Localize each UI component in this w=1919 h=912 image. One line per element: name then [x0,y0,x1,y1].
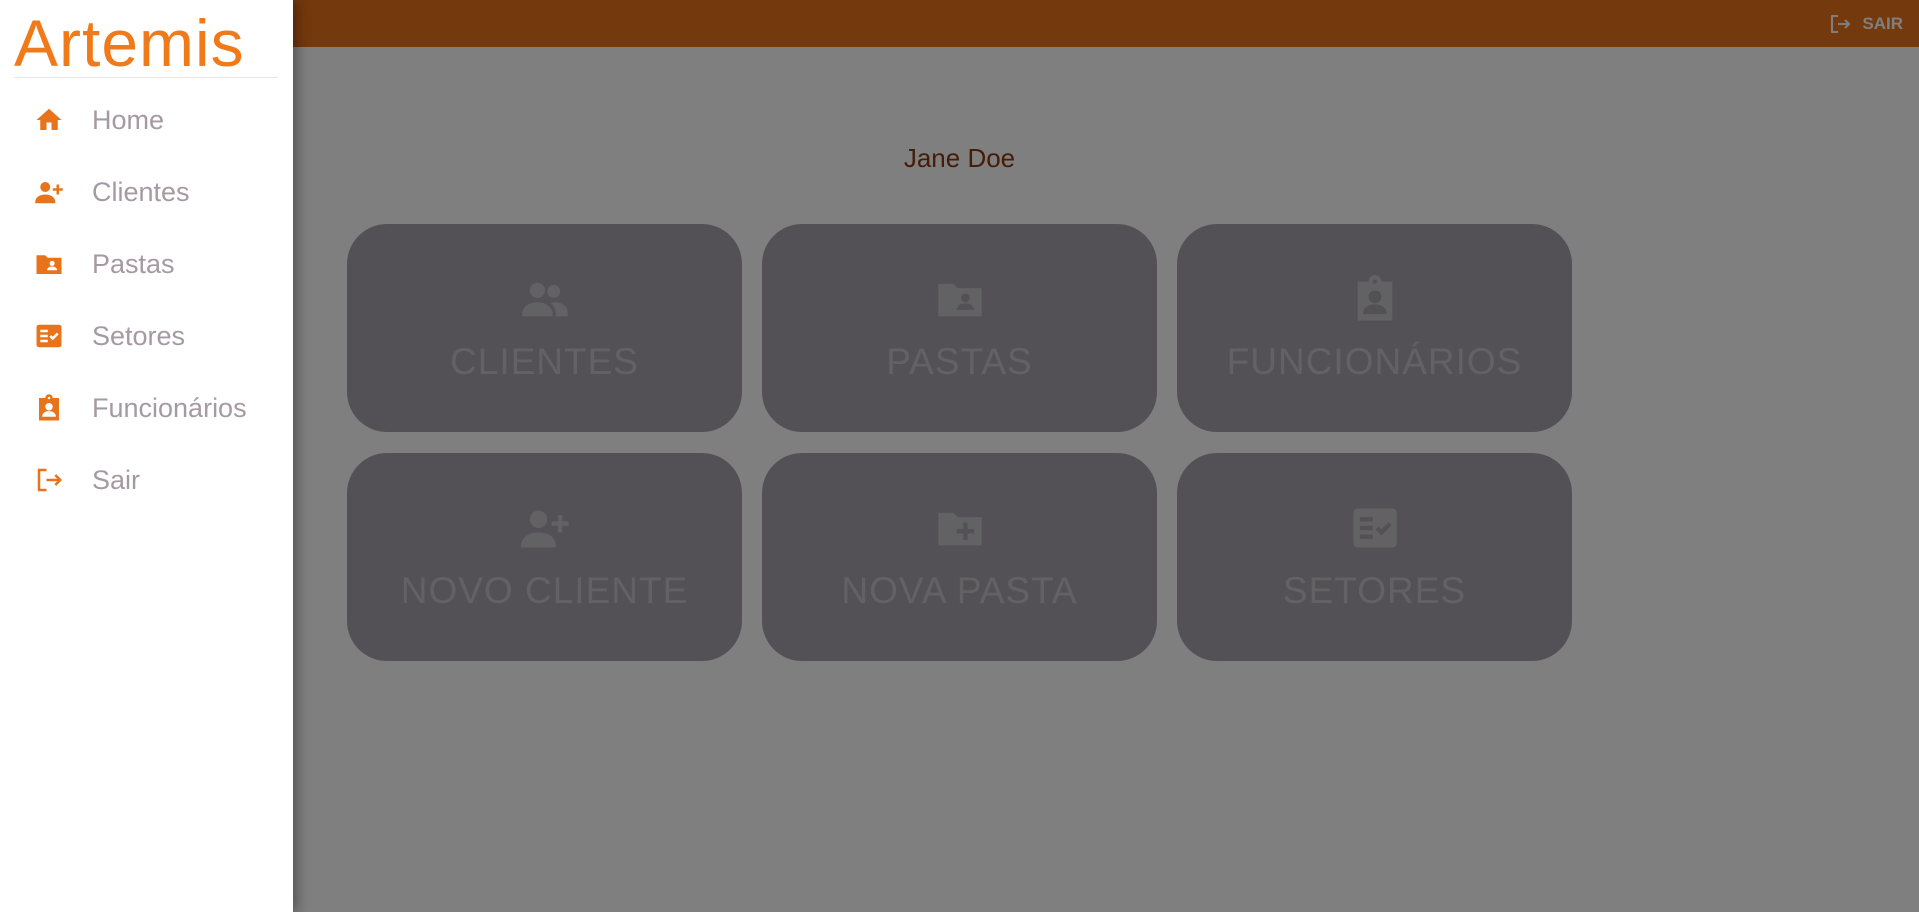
sidebar-item-label: Funcionários [92,392,247,423]
navigation-drawer: Artemis Home Clientes Pastas Setores Fun… [0,0,293,912]
sidebar-item-pastas[interactable]: Pastas [0,228,293,300]
fact-check-icon [34,321,64,351]
sidebar-item-sair[interactable]: Sair [0,444,293,516]
sidebar-nav: Home Clientes Pastas Setores Funcionário… [0,84,293,516]
sidebar-item-setores[interactable]: Setores [0,300,293,372]
sidebar-item-funcionarios[interactable]: Funcionários [0,372,293,444]
folder-shared-icon [34,249,64,279]
sidebar-item-label: Home [92,104,165,135]
sidebar-item-label: Clientes [92,176,190,207]
sidebar-item-home[interactable]: Home [0,84,293,156]
sidebar-item-label: Pastas [92,248,175,279]
logout-icon [34,465,64,495]
badge-icon [34,393,64,423]
home-icon [34,105,64,135]
sidebar-item-clientes[interactable]: Clientes [0,156,293,228]
brand-logo: Artemis [14,4,278,80]
sidebar-item-label: Sair [92,464,141,495]
person-add-icon [34,177,64,207]
sidebar-item-label: Setores [92,320,186,351]
